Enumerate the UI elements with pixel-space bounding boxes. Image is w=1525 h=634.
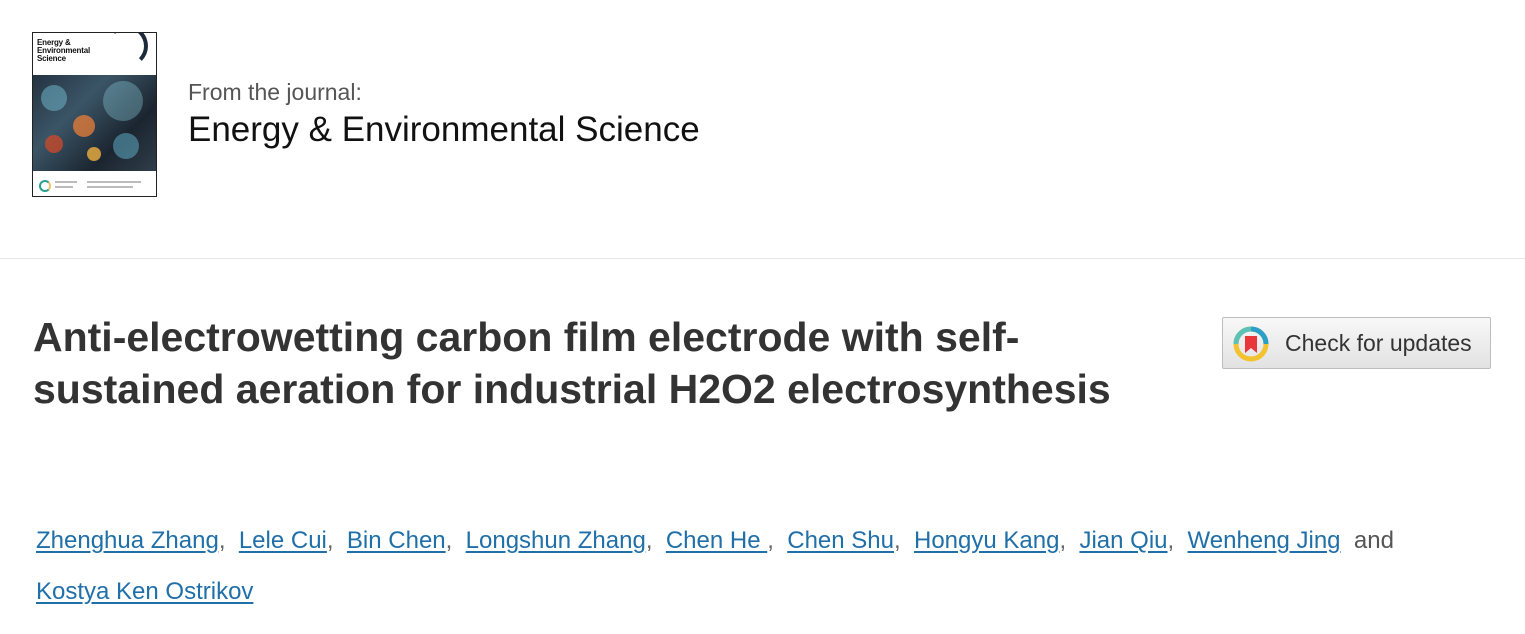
- journal-header: Energy & Environmental Science From the …: [0, 0, 1525, 259]
- author-separator: ,: [218, 527, 226, 554]
- author-separator: ,: [767, 527, 774, 554]
- author-list: Zhenghua Zhang, Lele Cui, Bin Chen, Long…: [36, 515, 1496, 617]
- article-title: Anti-electrowetting carbon film electrod…: [33, 314, 1111, 412]
- check-for-updates-button[interactable]: Check for updates: [1222, 317, 1491, 369]
- check-for-updates-icon: [1233, 326, 1269, 362]
- author-link[interactable]: Longshun Zhang: [466, 527, 646, 554]
- author-separator: ,: [445, 527, 453, 554]
- author-separator: ,: [1059, 527, 1067, 554]
- cover-title: Energy & Environmental Science: [37, 39, 117, 63]
- journal-name-link[interactable]: Energy & Environmental Science: [188, 110, 700, 150]
- cover-footer: [39, 178, 149, 192]
- author-link[interactable]: Kostya Ken Ostrikov: [36, 578, 253, 605]
- author-conjunction: and: [1353, 527, 1394, 554]
- cover-ring-graphic: [106, 33, 148, 67]
- author-link[interactable]: Hongyu Kang: [914, 527, 1059, 554]
- from-journal-label: From the journal:: [188, 79, 362, 105]
- author-link[interactable]: Wenheng Jing: [1188, 527, 1341, 554]
- author-link[interactable]: Zhenghua Zhang: [36, 527, 219, 554]
- author-link[interactable]: Chen He: [666, 527, 767, 554]
- author-separator: ,: [645, 527, 653, 554]
- publisher-logo-icon: [39, 180, 51, 192]
- cover-title-line: Science: [37, 54, 66, 63]
- author-link[interactable]: Lele Cui: [239, 527, 327, 554]
- cover-artwork: [33, 75, 156, 171]
- check-for-updates-label: Check for updates: [1285, 330, 1472, 356]
- author-link[interactable]: Bin Chen: [347, 527, 446, 554]
- author-link[interactable]: Chen Shu: [787, 527, 894, 554]
- author-separator: ,: [326, 527, 334, 554]
- author-separator: ,: [893, 527, 901, 554]
- author-link[interactable]: Jian Qiu: [1079, 527, 1167, 554]
- author-separator: ,: [1167, 527, 1175, 554]
- journal-cover-image[interactable]: Energy & Environmental Science: [32, 32, 157, 197]
